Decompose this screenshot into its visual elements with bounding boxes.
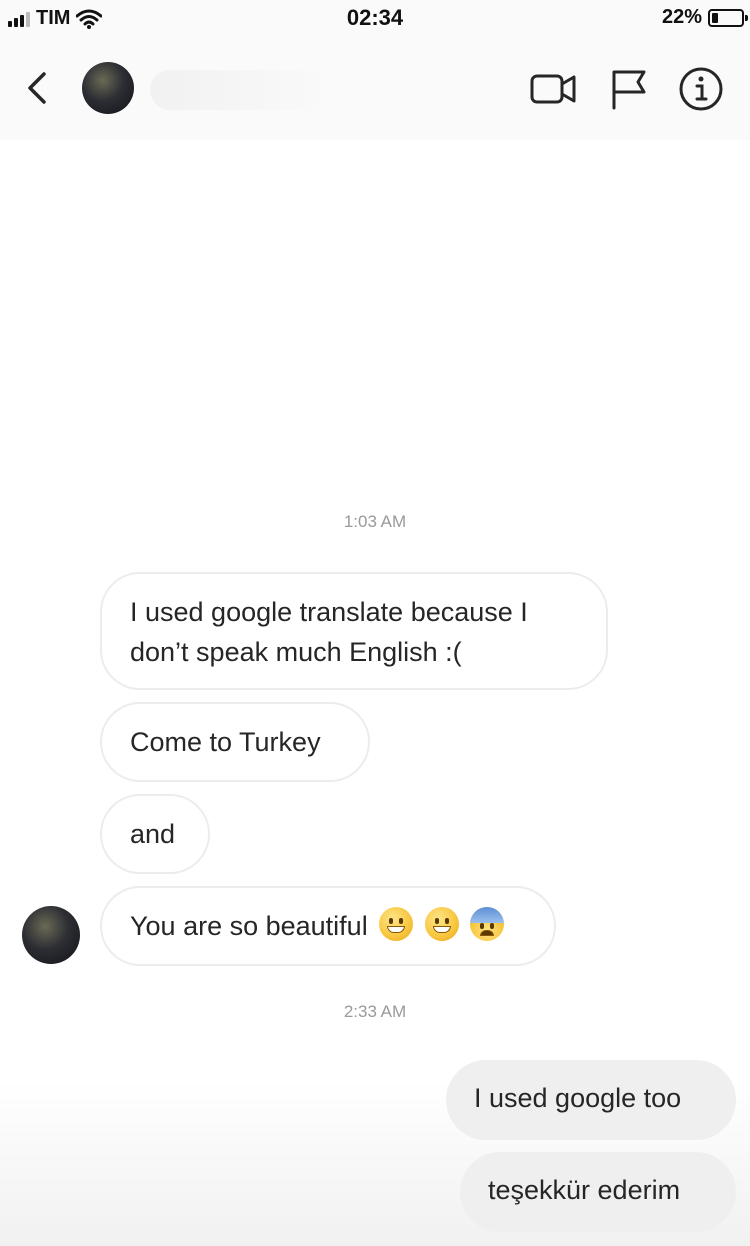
chat-header <box>0 36 750 140</box>
anxious-face-icon <box>470 907 505 941</box>
outgoing-message[interactable]: I used google too <box>446 1060 736 1140</box>
info-icon[interactable] <box>676 64 726 114</box>
grinning-face-icon <box>379 907 414 941</box>
back-chevron-icon[interactable] <box>20 66 56 110</box>
status-time: 02:34 <box>346 5 404 30</box>
outgoing-message[interactable]: teşekkür ederim <box>460 1152 736 1232</box>
message-timestamp: 1:03 AM <box>343 512 407 531</box>
flag-icon[interactable] <box>604 64 654 114</box>
message-line: I used google translate because I <box>130 597 528 627</box>
incoming-message[interactable]: You are so beautiful <box>100 886 556 966</box>
incoming-message[interactable]: I used google translate because I don’t … <box>100 572 608 690</box>
message-line: don’t speak much English :( <box>130 637 462 667</box>
blurred-contact-name[interactable] <box>150 70 330 110</box>
incoming-message[interactable]: and <box>100 794 210 874</box>
message-text: and <box>130 819 176 849</box>
message-text: I used google too <box>474 1083 682 1113</box>
status-bar: TIM 02:34 22% <box>0 0 750 36</box>
video-call-icon[interactable] <box>528 64 578 114</box>
battery-percent: 22% <box>661 6 702 28</box>
message-text: teşekkür ederim <box>488 1175 681 1205</box>
message-timestamp: 2:33 AM <box>343 1002 407 1021</box>
status-right: 22% <box>661 6 748 29</box>
message-text: You are so beautiful <box>130 911 368 941</box>
battery-fill <box>712 12 718 23</box>
contact-avatar[interactable] <box>82 62 134 114</box>
sender-avatar[interactable] <box>22 906 80 964</box>
incoming-message[interactable]: Come to Turkey <box>100 702 370 782</box>
message-text: Come to Turkey <box>130 727 321 757</box>
grinning-face-icon <box>424 907 459 941</box>
battery-icon <box>708 8 748 27</box>
